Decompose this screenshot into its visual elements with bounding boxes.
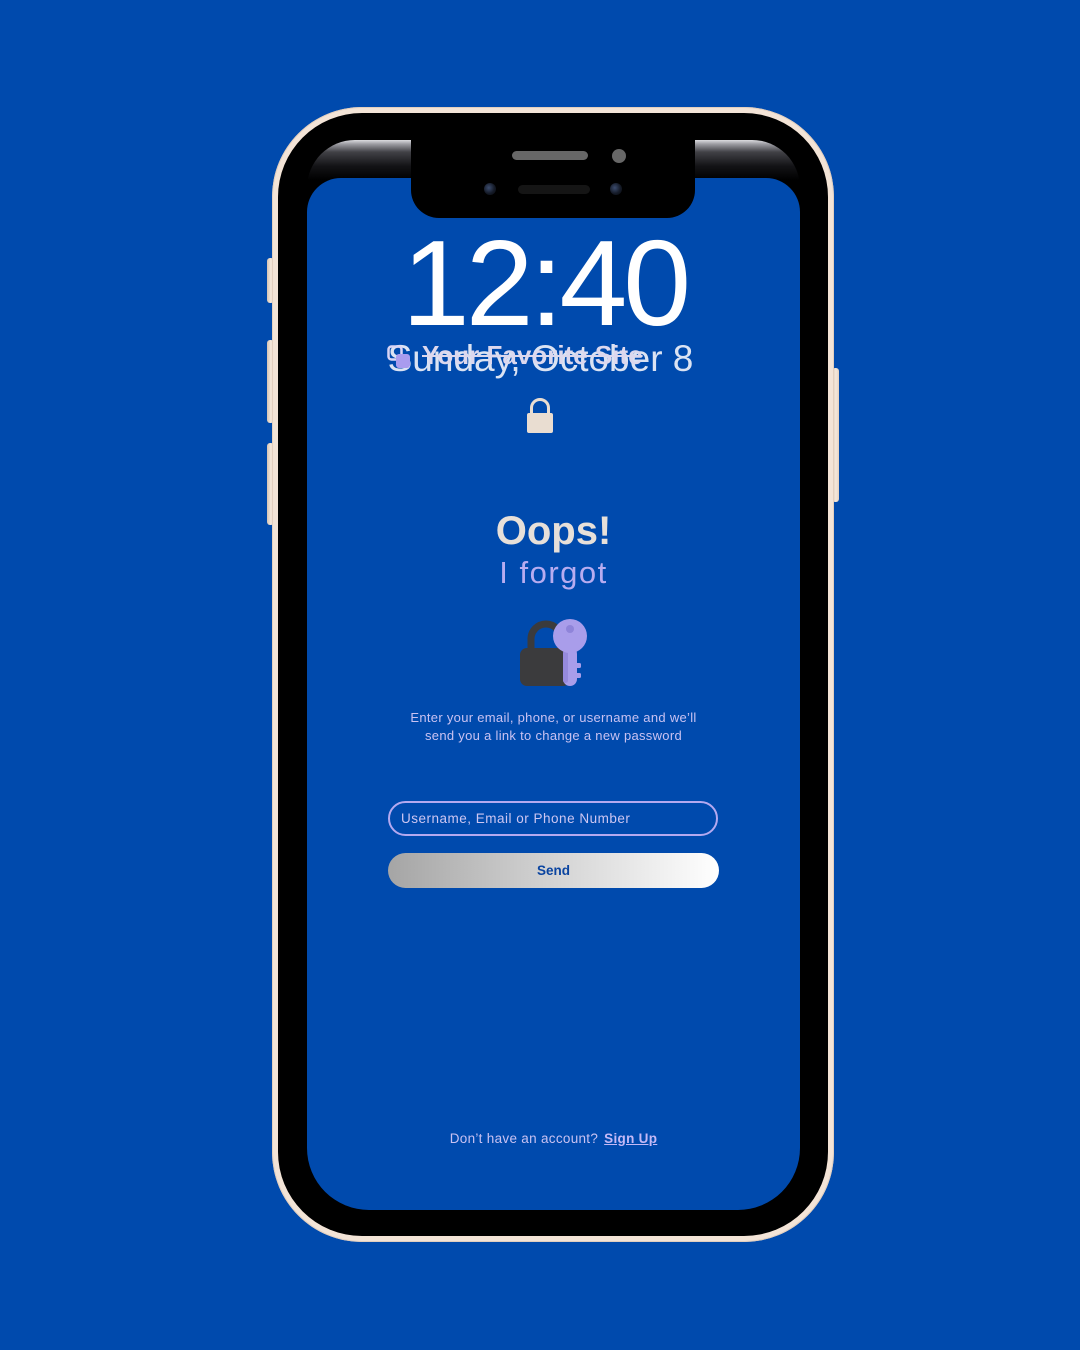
front-camera-icon: [612, 149, 626, 163]
instructions-line: send you a link to change a new password: [425, 728, 682, 743]
page-subtitle: I forgot: [499, 555, 608, 590]
instructions-line: Enter your email, phone, or username and…: [410, 710, 697, 725]
proximity-sensor-icon: [484, 183, 496, 195]
brand-name: Your Favorite Site: [422, 340, 643, 370]
signup-prompt: Don’t have an account?: [449, 1131, 599, 1146]
face-sensor-bar: [518, 185, 590, 194]
earpiece-speaker: [512, 151, 588, 160]
page-title: Oops!: [495, 509, 612, 553]
lock-screen-time: 12:40: [401, 215, 691, 351]
phone-screen: 12:40 Sunday, October 8 Your Favorite Si…: [307, 178, 800, 1210]
send-button[interactable]: Send: [388, 853, 719, 888]
identifier-input[interactable]: [388, 801, 718, 836]
brand-logo-icon: [387, 345, 411, 369]
instructions-text: Enter your email, phone, or username and…: [307, 709, 800, 745]
signup-link[interactable]: Sign Up: [604, 1131, 657, 1147]
padlock-icon: [527, 397, 553, 433]
lock-and-key-icon: [519, 617, 589, 687]
signup-footer: Don’t have an account? Sign Up: [307, 1131, 800, 1147]
dot-projector-icon: [610, 183, 622, 195]
